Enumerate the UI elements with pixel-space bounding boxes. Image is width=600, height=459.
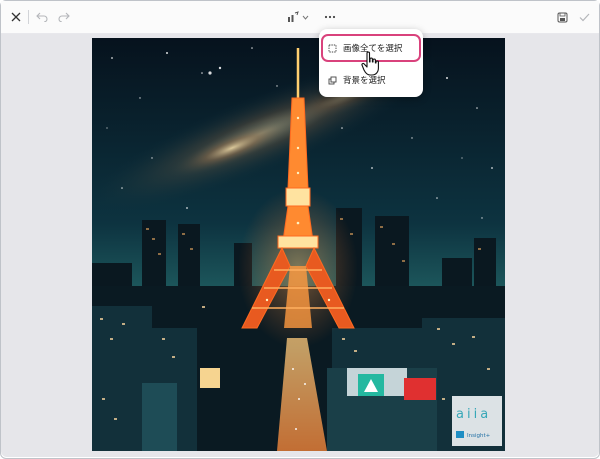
chevron-down-icon [302, 15, 309, 20]
watermark-brand: aiia [456, 407, 491, 422]
redo-icon [58, 12, 70, 22]
layers-icon [328, 76, 337, 84]
save-icon [557, 12, 567, 22]
watermark-badge: Insight+ [467, 433, 491, 439]
top-toolbar [1, 1, 599, 34]
check-icon [579, 13, 589, 21]
close-button[interactable] [7, 8, 25, 26]
select-rect-icon [328, 44, 337, 52]
tokyo-tower-night-image: aiia Insight+ [92, 38, 505, 451]
hand-pointer-cursor-icon [361, 51, 379, 76]
more-options-button[interactable] [321, 8, 339, 26]
more-icon [324, 15, 336, 19]
toolbar-divider [28, 10, 29, 24]
undo-button[interactable] [33, 8, 51, 26]
confirm-button[interactable] [575, 8, 593, 26]
undo-icon [36, 12, 48, 22]
edit-style-dropdown[interactable] [285, 8, 311, 26]
save-button[interactable] [553, 8, 571, 26]
edit-style-icon [288, 11, 299, 22]
close-icon [11, 12, 21, 22]
edited-image[interactable]: aiia Insight+ [92, 38, 505, 451]
watermark-logo: aiia Insight+ [452, 396, 502, 446]
redo-button[interactable] [55, 8, 73, 26]
